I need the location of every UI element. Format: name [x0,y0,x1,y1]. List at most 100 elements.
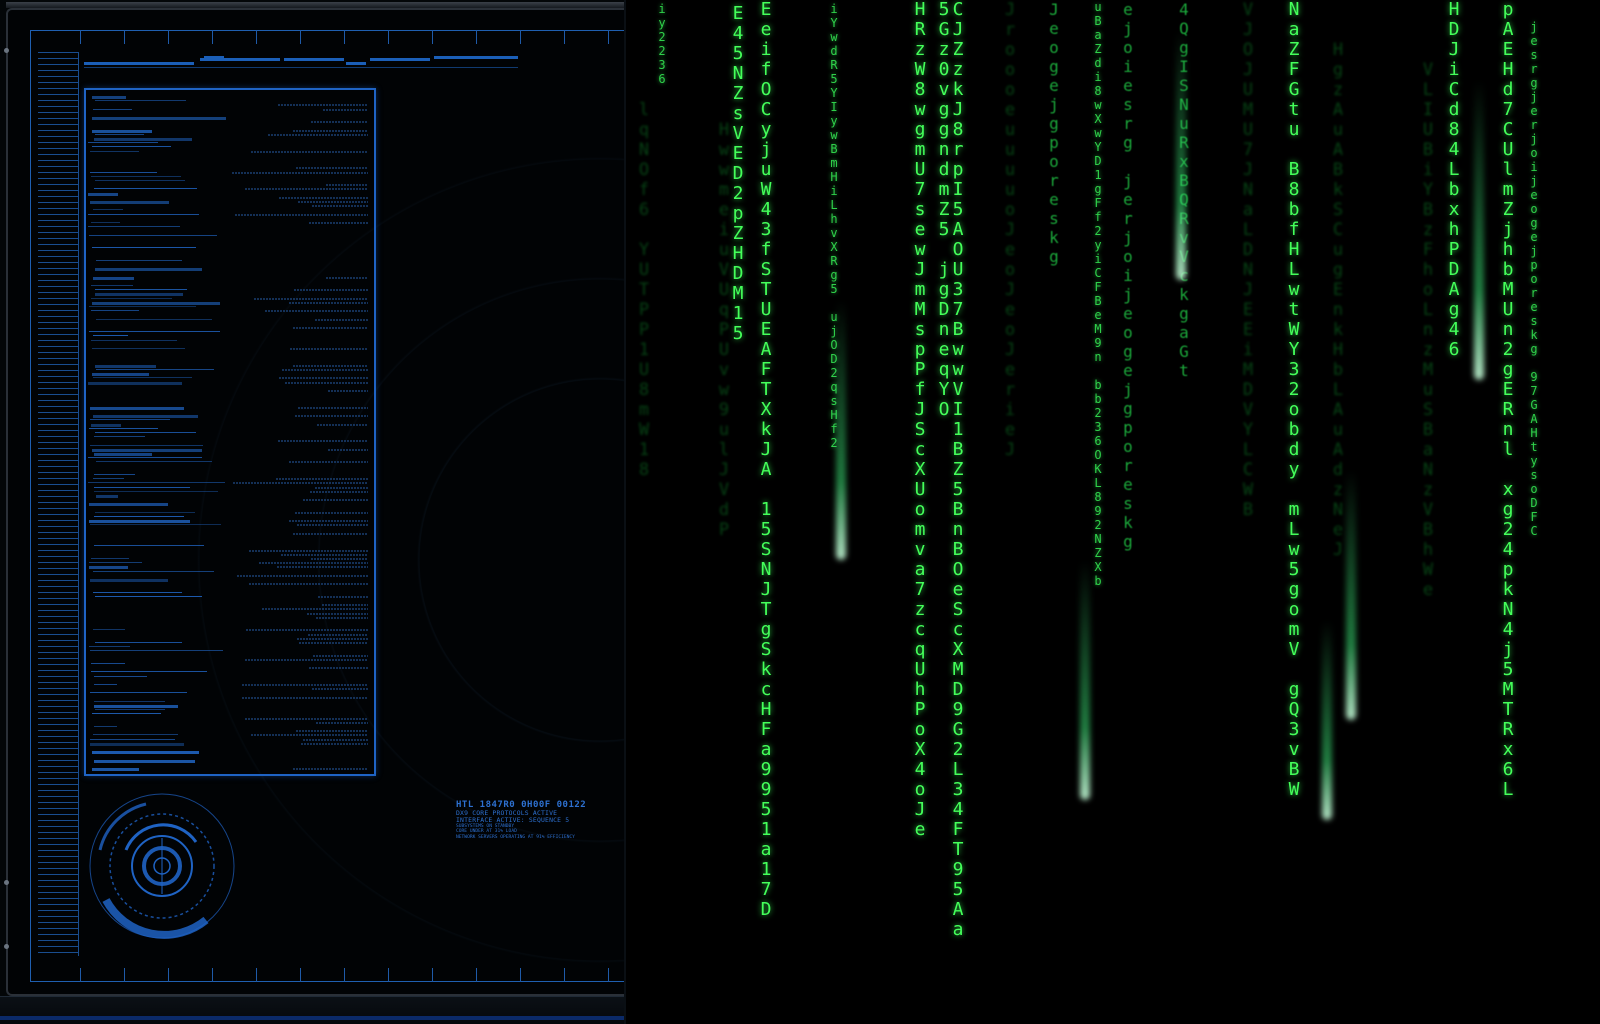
matrix-glyph: g [1123,342,1133,361]
matrix-glyph: L [1242,440,1254,460]
readout-glyph-row [311,558,368,560]
matrix-glyph: b [1094,574,1102,588]
readout-glyph-row [302,499,368,502]
matrix-column: E45NZsVED2pZHDM15 [726,4,750,344]
matrix-glyph: H [732,243,744,264]
matrix-glyph: w [914,239,926,260]
readout-glyph-row [322,108,368,111]
matrix-glyph: j [1530,90,1538,104]
matrix-glyph: j [1530,174,1538,188]
matrix-glyph: V [718,480,730,500]
matrix-column: EeifOCyjuW43fSTUEAFTXkJA 15SNJTgSkcHFa99… [754,0,778,920]
readout-glyph-row [265,310,368,313]
readout-bar [93,759,195,763]
matrix-glyph: U [1242,80,1254,100]
readout-glyph-row [288,301,368,304]
matrix-glyph: O [1094,448,1102,462]
matrix-glyph: 8 [952,119,964,140]
matrix-glyph: w [1094,126,1102,140]
matrix-glyph: s [1049,209,1059,228]
matrix-glyph: 3 [1094,420,1102,434]
matrix-glyph: P [914,699,926,720]
matrix-glyph: F [1094,280,1102,294]
readout-bar [88,427,159,429]
matrix-glyph: i [1242,340,1254,360]
matrix-glyph: p [732,203,744,224]
readout-bar [93,108,133,110]
targeting-reticle-icon [89,793,235,939]
matrix-glyph: e [1422,580,1434,600]
matrix-column: NaZFGtu B8bfHLwtWY32obdy mLw5gomV gQ3vBW [1282,0,1306,800]
matrix-glyph: e [914,219,926,240]
matrix-glyph: U [638,260,650,280]
matrix-glyph: A [1448,279,1460,300]
matrix-glyph: w [1288,539,1300,560]
matrix-glyph: 4 [1448,139,1460,160]
matrix-glyph: f [1094,210,1102,224]
matrix-glyph: 6 [1094,434,1102,448]
readout-bar [94,709,166,711]
matrix-glyph: u [1332,120,1344,140]
matrix-glyph: Z [952,39,964,60]
matrix-glow-streak [1346,470,1356,720]
matrix-glyph: M [952,659,964,680]
matrix-glyph: J [914,799,926,820]
header-bar-segment [434,56,518,59]
matrix-column: uBaZdi8wXwYD1gFf2yiCFBeM9n bb236OKL892NZ… [1086,0,1110,588]
readout-glyph-row [245,658,368,661]
matrix-glyph: V [1422,500,1434,520]
matrix-glyph: g [1179,304,1189,323]
matrix-glyph: g [760,619,772,640]
matrix-glyph: J [1242,280,1254,300]
readout-glyph-row [312,688,368,691]
matrix-glyph: Z [1288,39,1300,60]
matrix-glyph: d [1448,99,1460,120]
matrix-glyph: H [1288,239,1300,260]
header-bar-segment [84,62,194,65]
matrix-glyph: M [914,299,926,320]
matrix-glyph: u [1332,420,1344,440]
matrix-glow-streak [1080,560,1090,800]
matrix-glyph: R [1502,399,1514,420]
matrix-glyph: v [1288,739,1300,760]
readout-glyph-row [242,696,368,699]
matrix-glyph: i [1123,57,1133,76]
matrix-glyph: k [1123,513,1133,532]
matrix-glyph: v [914,539,926,560]
matrix-glyph: g [1123,399,1133,418]
matrix-glyph: r [1123,114,1133,133]
matrix-glyph: 4 [1448,319,1460,340]
matrix-glyph: A [1332,140,1344,160]
matrix-glyph: 5 [760,799,772,820]
readout-bar [89,562,143,564]
readout-glyph-row [303,738,368,741]
matrix-glyph: p [1123,418,1133,437]
matrix-glyph: 9 [1094,336,1102,350]
matrix-glyph: E [1242,300,1254,320]
readout-bar [95,369,214,370]
matrix-glyph: O [638,160,650,180]
matrix-glyph: 5 [830,72,838,86]
matrix-glyph: F [952,819,964,840]
matrix-glyph: u [1004,160,1016,180]
matrix-glyph: 7 [914,179,926,200]
matrix-glyph: p [1502,559,1514,580]
readout-bar [92,570,214,572]
matrix-glyph: r [1530,118,1538,132]
matrix-glyph: a [1242,200,1254,220]
matrix-glyph: O [952,239,964,260]
matrix-glyph: w [718,380,730,400]
matrix-glyph: Z [1094,42,1102,56]
matrix-glyph: d [1502,79,1514,100]
matrix-glyph: a [1094,28,1102,42]
readout-bar [95,100,186,102]
matrix-glyph: L [952,759,964,780]
matrix-glyph: r [1049,171,1059,190]
matrix-glyph: H [1448,0,1460,20]
matrix-glyph: I [830,100,838,114]
matrix-glyph: o [1004,200,1016,220]
readout-bar [91,373,149,377]
matrix-glyph: o [1049,38,1059,57]
matrix-glyph: p [952,159,964,180]
matrix-glyph: m [1502,179,1514,200]
